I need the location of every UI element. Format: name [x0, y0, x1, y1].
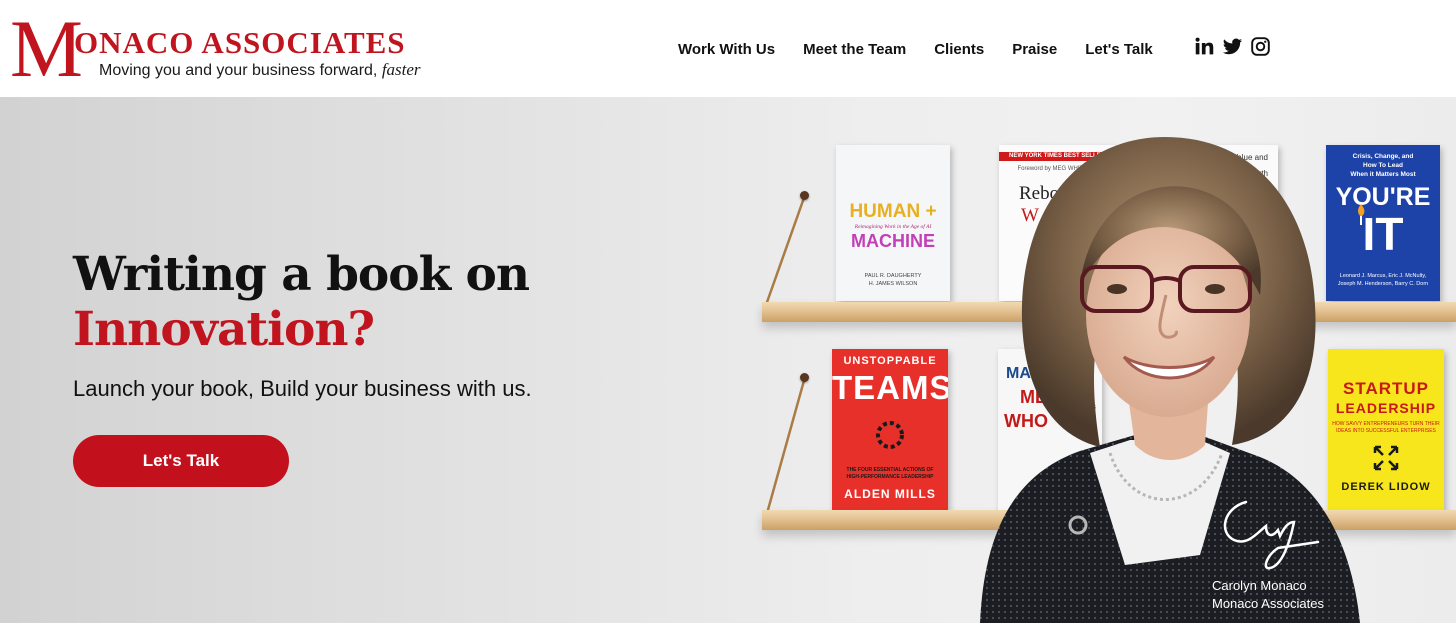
nav-work-with-us[interactable]: Work With Us [664, 41, 789, 58]
nav-clients[interactable]: Clients [920, 41, 998, 58]
book-unstoppable-teams: UNSTOPPABLE TEAMS THE FOUR ESSENTIAL ACT… [832, 349, 948, 511]
book-human-machine-line1: HUMAN + [849, 201, 937, 222]
signature-caption: Carolyn Monaco Monaco Associates [1212, 577, 1372, 613]
signature-name: Carolyn Monaco [1212, 578, 1307, 593]
shelf-peg-bottom [800, 373, 809, 382]
book-human-machine-authors1: PAUL R. DAUGHERTY [864, 273, 922, 279]
book-human-machine-line2: MACHINE [851, 231, 935, 251]
logo-tagline-text: Moving you and your business forward, [99, 62, 378, 79]
main-nav: Work With Us Meet the Team Clients Prais… [664, 38, 1167, 60]
book-unstoppable-author: ALDEN MILLS [844, 487, 936, 501]
arrows-expand-icon [1373, 445, 1399, 471]
hero-headline: Writing a book on Innovation? [73, 247, 530, 357]
shelf-peg-top [800, 191, 809, 200]
hero-headline-accent: Innovation? [73, 302, 375, 357]
site-header: M ONACO ASSOCIATES Moving you and your b… [0, 0, 1456, 97]
book-human-machine: HUMAN + Reimagining Work in the Age of A… [836, 145, 950, 301]
book-unstoppable-title2: TEAMS [832, 369, 948, 406]
shelf-rope-bottom [764, 376, 807, 518]
book-unstoppable-title1: UNSTOPPABLE [843, 355, 937, 367]
book-human-machine-authors2: H. JAMES WILSON [868, 281, 918, 287]
hero-headline-line1: Writing a book on [73, 247, 530, 302]
social-links [1194, 36, 1271, 57]
nav-praise[interactable]: Praise [998, 41, 1071, 58]
signature-company: Monaco Associates [1212, 596, 1325, 611]
logo-tagline: Moving you and your business forward, fa… [99, 60, 421, 81]
nav-lets-talk[interactable]: Let's Talk [1071, 41, 1166, 58]
book-human-machine-subtitle: Reimagining Work in the Age of AI [854, 224, 932, 230]
twitter-icon[interactable] [1222, 36, 1243, 57]
logo[interactable]: M ONACO ASSOCIATES Moving you and your b… [6, 8, 426, 90]
instagram-icon[interactable] [1250, 36, 1271, 57]
book-unstoppable-subtitle1: THE FOUR ESSENTIAL ACTIONS OF [846, 467, 934, 473]
signature-graphic [1223, 500, 1320, 570]
logo-tagline-emphasis: faster [381, 60, 421, 79]
lets-talk-button[interactable]: Let's Talk [73, 435, 289, 487]
shelf-rope-top [764, 194, 807, 306]
linkedin-icon[interactable] [1194, 36, 1215, 57]
book-unstoppable-subtitle2: HIGH-PERFORMANCE LEADERSHIP [846, 474, 934, 480]
teams-circle-icon [876, 421, 904, 449]
nav-meet-the-team[interactable]: Meet the Team [789, 41, 920, 58]
logo-initial: M [10, 3, 83, 94]
hero-section: Writing a book on Innovation? Launch you… [0, 97, 1456, 623]
logo-name: ONACO ASSOCIATES [74, 25, 406, 60]
hero-subhead: Launch your book, Build your business wi… [73, 376, 532, 401]
